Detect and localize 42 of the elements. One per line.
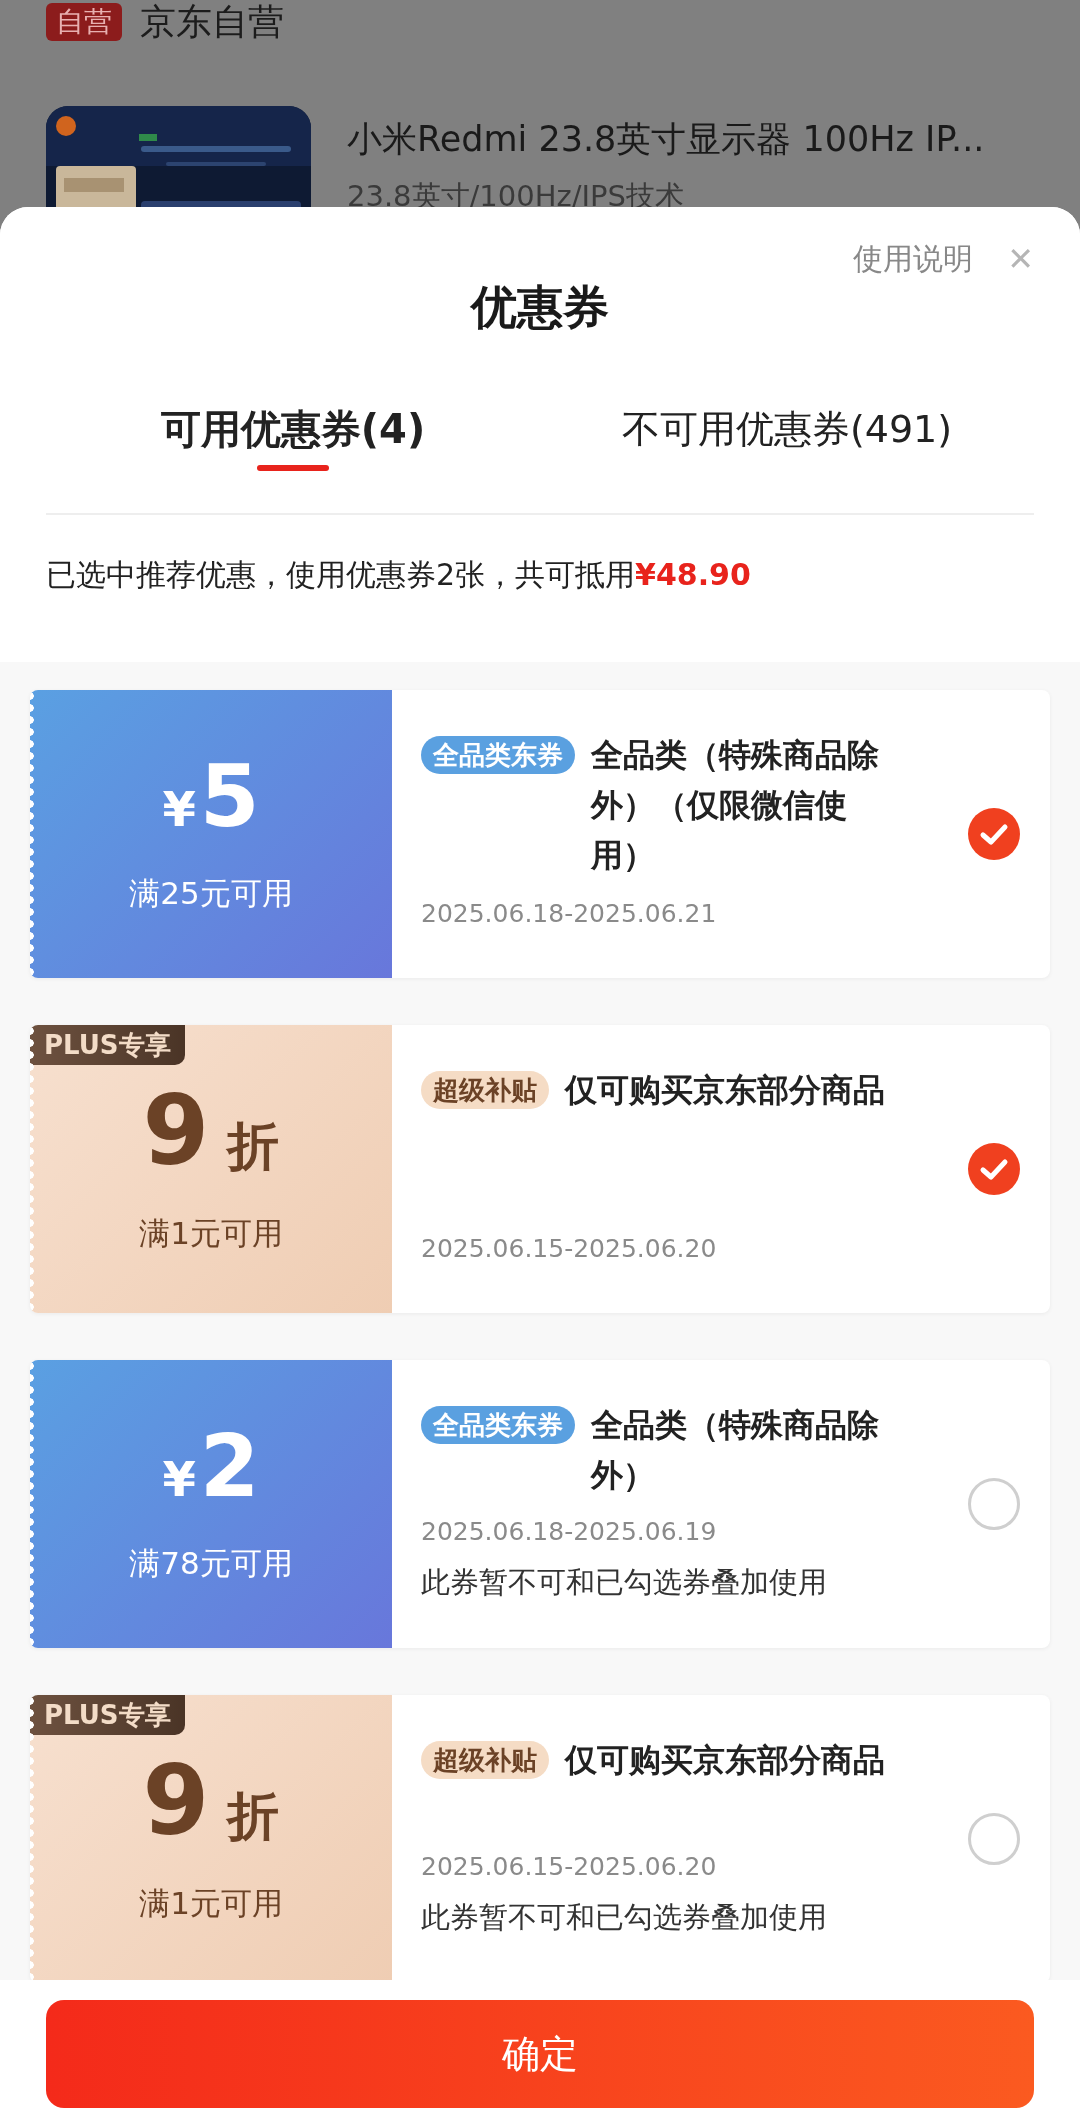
tab-underline — [257, 465, 329, 471]
coupon-value: 9 折 — [142, 1083, 280, 1179]
coupon-date: 2025.06.18-2025.06.21 — [421, 898, 718, 930]
radio-icon[interactable] — [968, 1813, 1020, 1865]
coupon-value: 9 折 — [142, 1753, 280, 1849]
coupon-condition: 满78元可用 — [129, 1544, 293, 1583]
coupon-note: 此券暂不可和已勾选券叠加使用 — [421, 1899, 828, 1936]
coupon-title: 仅可购买京东部分商品 — [565, 1740, 886, 1781]
summary-text: 已选中推荐优惠，使用优惠券2张，共可抵用¥48.90 — [46, 556, 752, 594]
tab[interactable]: 不可用优惠券(491) — [621, 403, 953, 455]
help-link[interactable]: 使用说明 — [853, 238, 974, 280]
coupon-tag: 超级补贴 — [421, 1741, 549, 1779]
coupon-date: 2025.06.15-2025.06.20 — [421, 1233, 718, 1265]
plus-badge: PLUS专享 — [30, 1695, 185, 1735]
store-name[interactable]: 京东自营 — [140, 0, 284, 47]
coupon-title: 仅可购买京东部分商品 — [565, 1070, 886, 1111]
coupon-note: 此券暂不可和已勾选券叠加使用 — [421, 1564, 828, 1601]
coupon-title: 全品类（特殊商品除外） — [591, 1405, 880, 1496]
plus-badge: PLUS专享 — [30, 1025, 185, 1065]
coupon-title: 全品类（特殊商品除外）（仅限微信使用） — [591, 735, 880, 876]
coupon-card[interactable]: ¥5 满25元可用 全品类东券 全品类（特殊商品除外）（仅限微信使用） 2025.06.18-2025.06.21 — [30, 690, 1050, 978]
coupon-tag: 超级补贴 — [421, 1071, 549, 1109]
coupon-card[interactable]: PLUS专享 9 折 满1元可用 超级补贴 仅可购买京东部分商品 2025.06.15-2025.06.20 此券暂不可和已勾选券叠加使用 — [30, 1695, 1050, 1980]
coupon-card[interactable]: PLUS专享 9 折 满1元可用 超级补贴 仅可购买京东部分商品 2025.06.15-2025.06.20 — [30, 1025, 1050, 1313]
coupon-value: ¥2 — [162, 1423, 260, 1509]
coupon-tag: 全品类东券 — [421, 1406, 575, 1444]
checked-icon[interactable] — [968, 808, 1020, 860]
sheet-title: 优惠券 — [469, 279, 610, 336]
radio-icon[interactable] — [968, 1478, 1020, 1530]
coupon-card[interactable]: ¥2 满78元可用 全品类东券 全品类（特殊商品除外） 2025.06.18-2025.06.19 此券暂不可和已勾选券叠加使用 — [30, 1360, 1050, 1648]
coupon-condition: 满1元可用 — [139, 1884, 283, 1923]
product-title[interactable]: 小米Redmi 23.8英寸显示器 100Hz IP... — [347, 116, 985, 163]
store-badge: 自营 — [46, 3, 122, 41]
coupon-tag: 全品类东券 — [421, 736, 575, 774]
coupon-condition: 满1元可用 — [139, 1214, 283, 1253]
tab[interactable]: 可用优惠券(4) — [160, 403, 426, 455]
coupon-date: 2025.06.15-2025.06.20 — [421, 1851, 718, 1883]
confirm-button[interactable]: 确定 — [46, 2000, 1034, 2108]
coupon-value: ¥5 — [162, 753, 260, 839]
coupon-condition: 满25元可用 — [129, 874, 293, 913]
checked-icon[interactable] — [968, 1143, 1020, 1195]
coupon-date: 2025.06.18-2025.06.19 — [421, 1516, 718, 1548]
